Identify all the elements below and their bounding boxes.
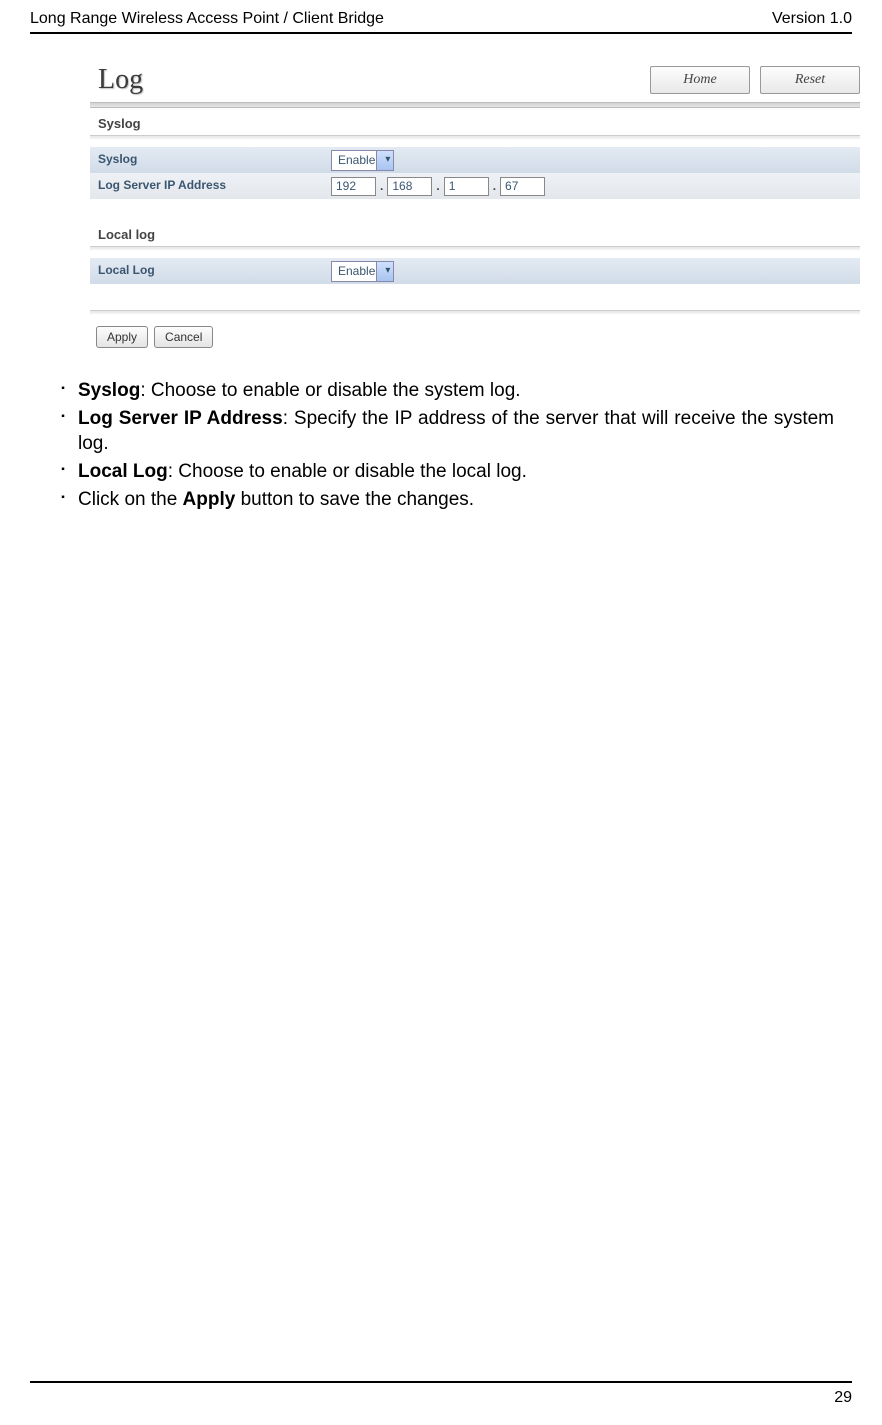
- bullet-syslog: Syslog: Choose to enable or disable the …: [78, 378, 834, 404]
- page-header: Long Range Wireless Access Point / Clien…: [30, 10, 852, 28]
- divider: [90, 135, 860, 139]
- locallog-row: Local Log Enable: [90, 258, 860, 284]
- apply-button[interactable]: Apply: [96, 326, 148, 348]
- header-right: Version 1.0: [772, 10, 852, 28]
- bullet-locallog: Local Log: Choose to enable or disable t…: [78, 459, 834, 485]
- home-button[interactable]: Home: [650, 66, 750, 94]
- page-footer: 29: [30, 1381, 852, 1407]
- divider: [90, 102, 860, 108]
- syslog-row: Syslog Enable: [90, 147, 860, 173]
- ip-octet-3[interactable]: 1: [444, 177, 489, 196]
- header-left: Long Range Wireless Access Point / Clien…: [30, 10, 384, 28]
- cancel-button[interactable]: Cancel: [154, 326, 213, 348]
- locallog-label: Local Log: [90, 258, 325, 284]
- locallog-section-label: Local log: [90, 223, 860, 246]
- page-number: 29: [30, 1389, 852, 1407]
- divider: [90, 310, 860, 314]
- ip-octet-1[interactable]: 192: [331, 177, 376, 196]
- page-title: Log: [90, 64, 143, 96]
- log-config-panel: Log Home Reset Syslog Syslog Enable Log …: [90, 64, 860, 348]
- divider-bottom: [30, 1381, 852, 1383]
- bullet-logserver: Log Server IP Address: Specify the IP ad…: [78, 406, 834, 457]
- logserver-row: Log Server IP Address 192 . 168 . 1 . 67: [90, 173, 860, 199]
- divider-top: [30, 32, 852, 34]
- locallog-select[interactable]: Enable: [331, 261, 394, 282]
- ip-octet-4[interactable]: 67: [500, 177, 545, 196]
- doc-bullets: ▪ Syslog: Choose to enable or disable th…: [48, 378, 834, 512]
- bullet-apply: Click on the Apply button to save the ch…: [78, 487, 834, 513]
- ip-dot: .: [436, 179, 439, 193]
- syslog-section-label: Syslog: [90, 112, 860, 135]
- ip-dot: .: [493, 179, 496, 193]
- syslog-label: Syslog: [90, 147, 325, 173]
- divider: [90, 246, 860, 250]
- ip-dot: .: [380, 179, 383, 193]
- bullet-icon: ▪: [48, 378, 78, 404]
- bullet-icon: ▪: [48, 487, 78, 513]
- syslog-select[interactable]: Enable: [331, 150, 394, 171]
- reset-button[interactable]: Reset: [760, 66, 860, 94]
- ip-octet-2[interactable]: 168: [387, 177, 432, 196]
- bullet-icon: ▪: [48, 406, 78, 457]
- bullet-icon: ▪: [48, 459, 78, 485]
- logserver-label: Log Server IP Address: [90, 173, 325, 199]
